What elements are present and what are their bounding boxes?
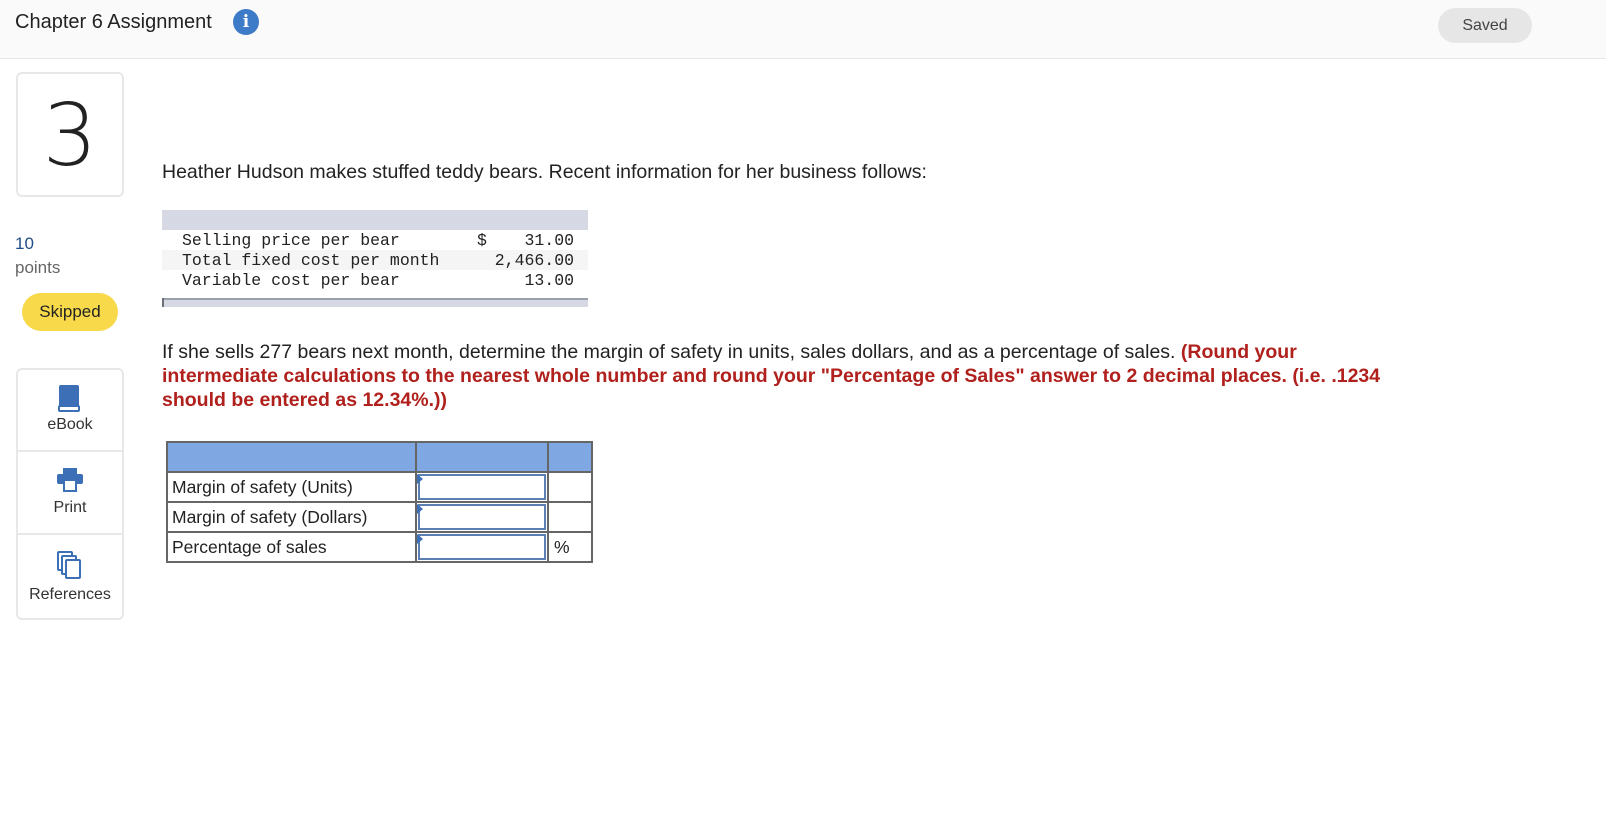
header-cell	[415, 441, 549, 473]
printer-icon	[57, 468, 83, 492]
header-cell	[166, 441, 417, 473]
skipped-badge: Skipped	[22, 293, 118, 331]
given-row: Variable cost per bear 13.00	[162, 270, 588, 290]
input-marker-icon	[417, 474, 423, 484]
given-row-amount: 2,466.00	[494, 251, 574, 270]
answer-row-label: Margin of safety (Dollars)	[166, 501, 417, 533]
answer-row-label: Percentage of sales	[166, 531, 417, 563]
ebook-label: eBook	[47, 416, 93, 433]
print-button[interactable]: Print	[18, 453, 122, 535]
given-table-footer-band	[162, 298, 588, 307]
given-row-amount: 31.00	[524, 231, 574, 250]
question-text: If she sells 277 bears next month, deter…	[162, 340, 1402, 412]
given-row: Selling price per bear $ 31.00	[162, 230, 588, 250]
given-row: Total fixed cost per month 2,466.00	[162, 250, 588, 270]
answer-row-dollars: Margin of safety (Dollars)	[166, 501, 593, 533]
given-row-label: Total fixed cost per month	[182, 251, 440, 270]
given-table-header-band	[162, 210, 588, 230]
input-marker-icon	[417, 534, 423, 544]
given-data-table: Selling price per bear $ 31.00 Total fix…	[162, 210, 588, 308]
header-cell	[547, 441, 593, 473]
given-row-label: Selling price per bear	[182, 231, 400, 250]
saved-status-badge: Saved	[1438, 8, 1532, 43]
answer-table-header	[166, 441, 593, 473]
answer-cell	[415, 531, 549, 563]
points-value: 10	[15, 234, 34, 253]
margin-units-input[interactable]	[418, 474, 546, 500]
answer-row-label: Margin of safety (Units)	[166, 471, 417, 503]
given-table-footer-edge	[162, 298, 164, 307]
tools-panel: eBook Print References	[16, 368, 124, 620]
assignment-title: Chapter 6 Assignment	[15, 11, 212, 33]
copy-icon	[57, 551, 81, 579]
answer-cell	[415, 501, 549, 533]
points-label: points	[15, 258, 61, 277]
percent-unit: %	[547, 531, 593, 563]
given-row-amount: 13.00	[524, 271, 574, 290]
answer-table: Margin of safety (Units) Margin of safet…	[166, 441, 593, 563]
problem-intro: Heather Hudson makes stuffed teddy bears…	[162, 161, 927, 183]
given-row-label: Variable cost per bear	[182, 271, 400, 290]
answer-row-percentage: Percentage of sales %	[166, 531, 593, 563]
ebook-button[interactable]: eBook	[18, 370, 122, 452]
answer-unit	[547, 471, 593, 503]
answer-row-units: Margin of safety (Units)	[166, 471, 593, 503]
references-button[interactable]: References	[18, 536, 122, 618]
assignment-header: Chapter 6 Assignment i Saved	[0, 0, 1606, 59]
info-icon[interactable]: i	[233, 9, 259, 35]
margin-dollars-input[interactable]	[418, 504, 546, 530]
answer-unit	[547, 501, 593, 533]
percentage-of-sales-input[interactable]	[418, 534, 546, 560]
print-label: Print	[53, 499, 87, 516]
question-number-box: 3	[16, 72, 124, 197]
question-number: 3	[42, 86, 98, 186]
input-marker-icon	[417, 504, 423, 514]
given-row-currency: $	[477, 231, 487, 250]
references-label: References	[29, 586, 111, 603]
book-icon	[58, 385, 80, 412]
answer-cell	[415, 471, 549, 503]
question-prompt: If she sells 277 bears next month, deter…	[162, 341, 1176, 363]
